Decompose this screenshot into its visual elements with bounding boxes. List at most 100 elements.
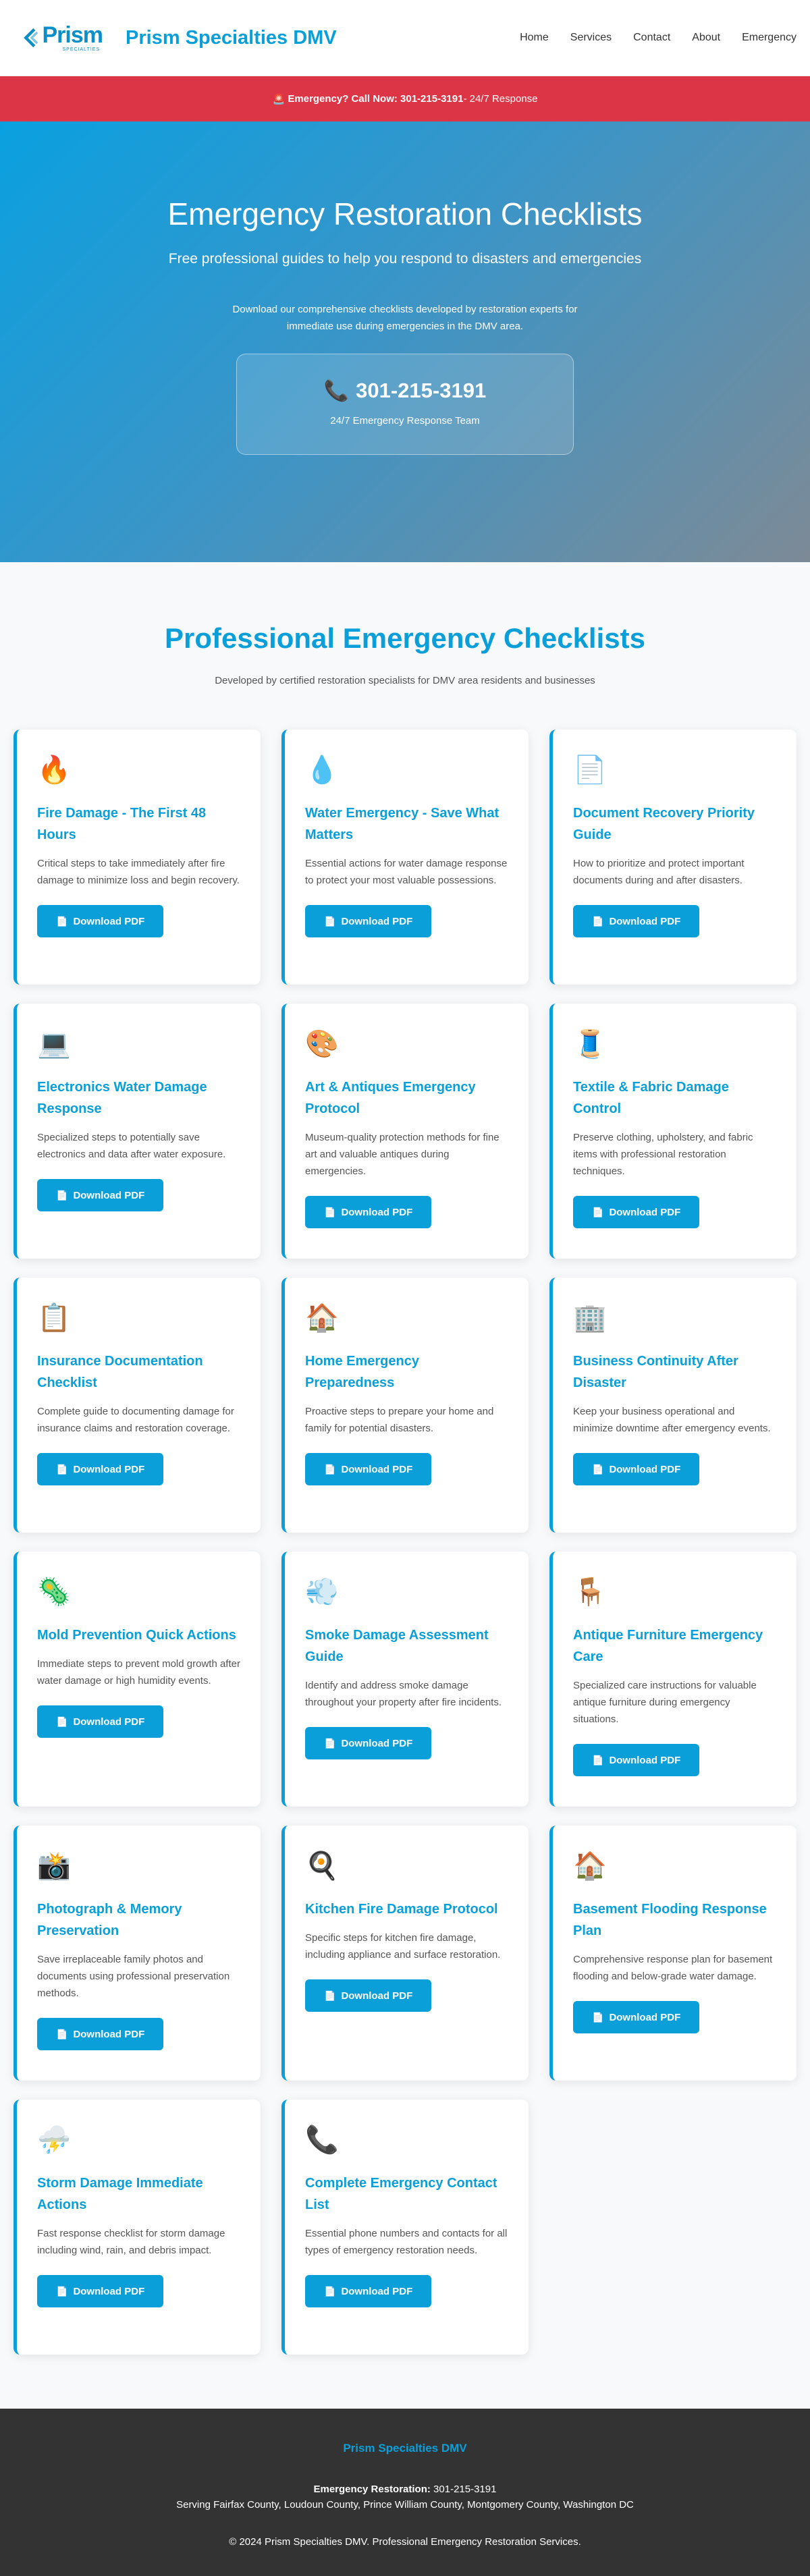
download-pdf-button[interactable]: 📄 Download PDF [305,1453,432,1485]
hero-section: Emergency Restoration Checklists Free pr… [0,121,810,562]
checklist-card: 💨 Smoke Damage Assessment Guide Identify a… [281,1552,529,1807]
checklist-card: 🏢 Business Continuity After Disaster Keep … [549,1278,796,1533]
download-pdf-button[interactable]: 📄 Download PDF [37,2275,164,2307]
checklist-card: 🧵 Textile & Fabric Damage Control Preserve… [549,1004,796,1259]
water-drop-icon: 💧 [305,755,339,785]
download-pdf-label: Download PDF [341,1206,413,1218]
section-lead: Developed by certified restoration speci… [215,675,595,686]
microbe-icon: 🦠 [37,1577,71,1607]
download-pdf-button[interactable]: 📄 Download PDF [573,905,700,937]
pdf-document-icon: 📄 [56,1463,68,1475]
checklist-title: Photograph & Memory Preservation [37,1902,182,1938]
download-pdf-button[interactable]: 📄 Download PDF [305,1979,432,2012]
logo[interactable]: Prism SPECIALTIES [22,21,103,55]
footer-phone[interactable]: 301-215-3191 [431,2484,496,2495]
emergency-banner[interactable]: 🚨 Emergency? Call Now: 301-215-3191 - 24… [0,76,810,121]
fire-icon: 🔥 [37,755,71,785]
pdf-document-icon: 📄 [56,1716,68,1727]
checklist-card: 📄 Document Recovery Priority Guide How to … [549,730,796,985]
download-pdf-label: Download PDF [73,915,145,927]
logo-subtext: SPECIALTIES [62,47,101,52]
clipboard-icon: 📋 [37,1303,71,1333]
checklist-title: Smoke Damage Assessment Guide [305,1628,489,1664]
checklist-description: Fast response checklist for storm damage… [37,2228,225,2256]
download-pdf-label: Download PDF [609,915,681,927]
siren-icon: 🚨 [272,93,286,105]
phone-icon: 📞 [305,2125,339,2155]
checklist-description: Immediate steps to prevent mold growth a… [37,1658,240,1687]
pdf-document-icon: 📄 [592,1754,604,1765]
office-building-icon: 🏢 [573,1303,607,1333]
site-header: Prism SPECIALTIES Prism Specialties DMV … [0,0,810,76]
download-pdf-label: Download PDF [341,1737,413,1749]
checklist-card: 🏠 Basement Flooding Response Plan Comprehe… [549,1826,796,2081]
checklist-card: 📋 Insurance Documentation Checklist Comple… [14,1278,261,1533]
checklist-description: Identify and address smoke damage throug… [305,1680,502,1708]
download-pdf-label: Download PDF [609,1754,681,1766]
checklist-description: Save irreplaceable family photos and doc… [37,1954,230,1999]
checklist-description: Critical steps to take immediately after… [37,858,240,886]
nav-contact[interactable]: Contact [622,32,681,44]
checklist-card: 📞 Complete Emergency Contact List Essentia… [281,2100,529,2355]
download-pdf-button[interactable]: 📄 Download PDF [37,1705,164,1738]
checklist-title: Fire Damage - The First 48 Hours [37,806,207,842]
checklist-title: Mold Prevention Quick Actions [37,1628,236,1643]
checklist-description: Specialized steps to potentially save el… [37,1132,226,1160]
pdf-document-icon: 📄 [324,1463,336,1475]
checklist-title: Textile & Fabric Damage Control [573,1080,729,1116]
chair-icon: 🪑 [573,1577,607,1607]
checklist-description: Museum-quality protection methods for fi… [305,1132,500,1177]
pdf-document-icon: 📄 [324,1990,336,2001]
pdf-document-icon: 📄 [592,915,604,927]
checklist-title: Art & Antiques Emergency Protocol [305,1080,476,1116]
hero-phone-number[interactable]: 301-215-3191 [356,379,486,403]
download-pdf-button[interactable]: 📄 Download PDF [305,1727,432,1759]
download-pdf-button[interactable]: 📄 Download PDF [37,1453,164,1485]
checklist-title: Kitchen Fire Damage Protocol [305,1902,498,1917]
nav-services[interactable]: Services [560,32,622,44]
checklist-title: Insurance Documentation Checklist [37,1354,203,1390]
download-pdf-label: Download PDF [609,1206,681,1218]
download-pdf-button[interactable]: 📄 Download PDF [305,905,432,937]
download-pdf-button[interactable]: 📄 Download PDF [305,2275,432,2307]
nav-about[interactable]: About [681,32,731,44]
checklist-title: Electronics Water Damage Response [37,1080,207,1116]
checklist-title: Home Emergency Preparedness [305,1354,419,1390]
checklist-card: 🍳 Kitchen Fire Damage Protocol Specific st… [281,1826,529,2081]
storm-cloud-icon: ⛈️ [37,2125,71,2155]
download-pdf-button[interactable]: 📄 Download PDF [37,1179,164,1211]
checklist-description: Specific steps for kitchen fire damage, … [305,1932,501,1961]
section-title: Professional Emergency Checklists [165,622,645,654]
footer-emergency-line: Emergency Restoration: 301-215-3191 [0,2484,810,2495]
checklist-card: 🪑 Antique Furniture Emergency Care Special… [549,1552,796,1807]
download-pdf-label: Download PDF [73,2028,145,2040]
download-pdf-label: Download PDF [609,1463,681,1475]
download-pdf-button[interactable]: 📄 Download PDF [37,2018,164,2050]
download-pdf-label: Download PDF [73,2285,145,2297]
download-pdf-button[interactable]: 📄 Download PDF [573,1744,700,1776]
banner-call-text: Emergency? Call Now: 301-215-3191 [288,93,464,105]
response-team-label: 24/7 Emergency Response Team [330,415,480,427]
laptop-icon: 💻 [37,1029,71,1059]
nav-home[interactable]: Home [509,32,560,44]
download-pdf-button[interactable]: 📄 Download PDF [37,905,164,937]
nav-emergency[interactable]: Emergency [731,32,796,44]
checklist-title: Basement Flooding Response Plan [573,1902,767,1938]
download-pdf-button[interactable]: 📄 Download PDF [573,1196,700,1228]
document-icon: 📄 [573,755,607,785]
pdf-document-icon: 📄 [56,2285,68,2297]
download-pdf-button[interactable]: 📄 Download PDF [573,1453,700,1485]
banner-response-text: - 24/7 Response [463,93,538,105]
thread-icon: 🧵 [573,1029,607,1059]
pdf-document-icon: 📄 [324,2285,336,2297]
footer-emergency-label: Emergency Restoration: [313,2484,431,2495]
checklist-grid: 🔥 Fire Damage - The First 48 Hours Critica… [14,730,796,2355]
checklist-description: Complete guide to documenting damage for… [37,1406,234,1434]
frying-pan-icon: 🍳 [305,1851,339,1881]
checklist-card: 🎨 Art & Antiques Emergency Protocol Museum… [281,1004,529,1259]
footer-service-area: Serving Fairfax County, Loudoun County, … [176,2499,634,2511]
emergency-call-box[interactable]: 📞 301-215-3191 24/7 Emergency Response T… [236,354,574,455]
download-pdf-button[interactable]: 📄 Download PDF [573,2001,700,2033]
download-pdf-button[interactable]: 📄 Download PDF [305,1196,432,1228]
checklist-card: 💧 Water Emergency - Save What Matters Esse… [281,730,529,985]
